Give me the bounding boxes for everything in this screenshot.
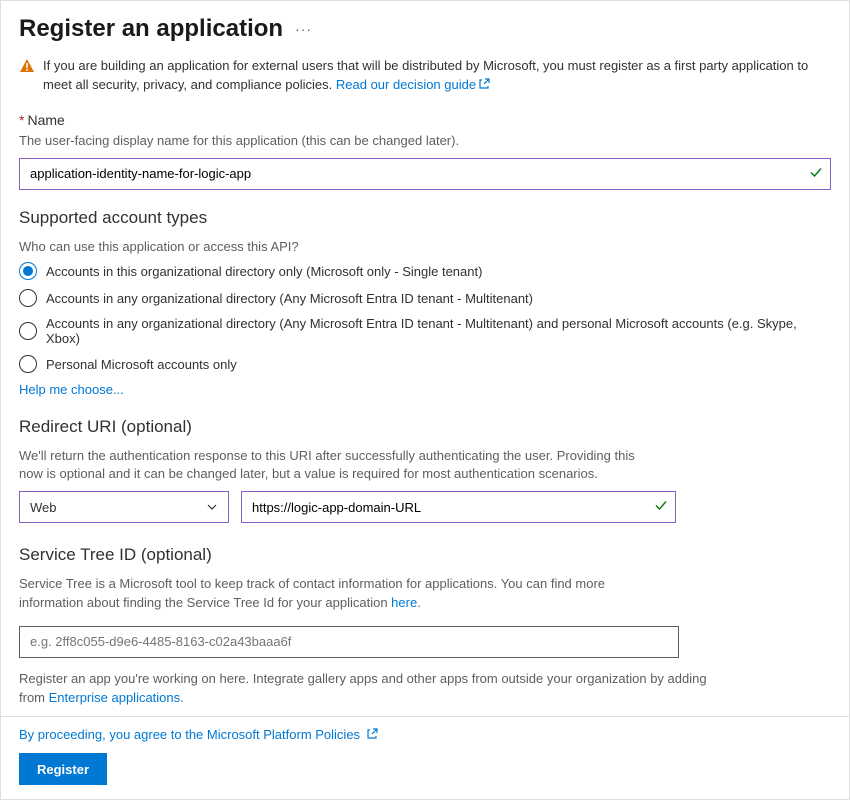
register-note: Register an app you're working on here. … <box>19 670 719 708</box>
more-icon[interactable]: ··· <box>295 21 312 37</box>
radio-multitenant-personal[interactable]: Accounts in any organizational directory… <box>19 316 831 346</box>
external-link-icon <box>366 728 378 743</box>
external-link-icon <box>478 77 490 96</box>
radio-icon <box>19 355 37 373</box>
decision-guide-link[interactable]: Read our decision guide <box>336 77 490 92</box>
radio-icon <box>19 262 37 280</box>
select-value: Web <box>30 500 57 515</box>
platform-policies-link[interactable]: By proceeding, you agree to the Microsof… <box>19 727 378 743</box>
redirect-platform-select[interactable]: Web <box>19 491 229 523</box>
page-title: Register an application <box>19 15 283 43</box>
redirect-description: We'll return the authentication response… <box>19 447 659 483</box>
radio-personal-only[interactable]: Personal Microsoft accounts only <box>19 355 831 373</box>
service-tree-here-link[interactable]: here <box>391 595 417 610</box>
service-tree-id-input[interactable] <box>19 626 679 658</box>
service-tree-description: Service Tree is a Microsoft tool to keep… <box>19 575 659 611</box>
register-button[interactable]: Register <box>19 753 107 785</box>
warning-icon <box>19 58 35 74</box>
account-types-radio-group: Accounts in this organizational director… <box>19 262 831 373</box>
radio-multitenant[interactable]: Accounts in any organizational directory… <box>19 289 831 307</box>
radio-icon <box>19 322 37 340</box>
radio-icon <box>19 289 37 307</box>
redirect-heading: Redirect URI (optional) <box>19 417 831 437</box>
name-label: *Name <box>19 112 831 128</box>
redirect-uri-input[interactable] <box>241 491 676 523</box>
name-description: The user-facing display name for this ap… <box>19 132 831 150</box>
radio-single-tenant[interactable]: Accounts in this organizational director… <box>19 262 831 280</box>
account-types-question: Who can use this application or access t… <box>19 238 831 256</box>
warning-banner: If you are building an application for e… <box>19 57 831 96</box>
help-me-choose-link[interactable]: Help me choose... <box>19 382 124 397</box>
service-tree-heading: Service Tree ID (optional) <box>19 545 831 565</box>
account-types-heading: Supported account types <box>19 208 831 228</box>
application-name-input[interactable] <box>19 158 831 190</box>
enterprise-applications-link[interactable]: Enterprise applications <box>49 690 181 705</box>
chevron-down-icon <box>206 501 218 513</box>
